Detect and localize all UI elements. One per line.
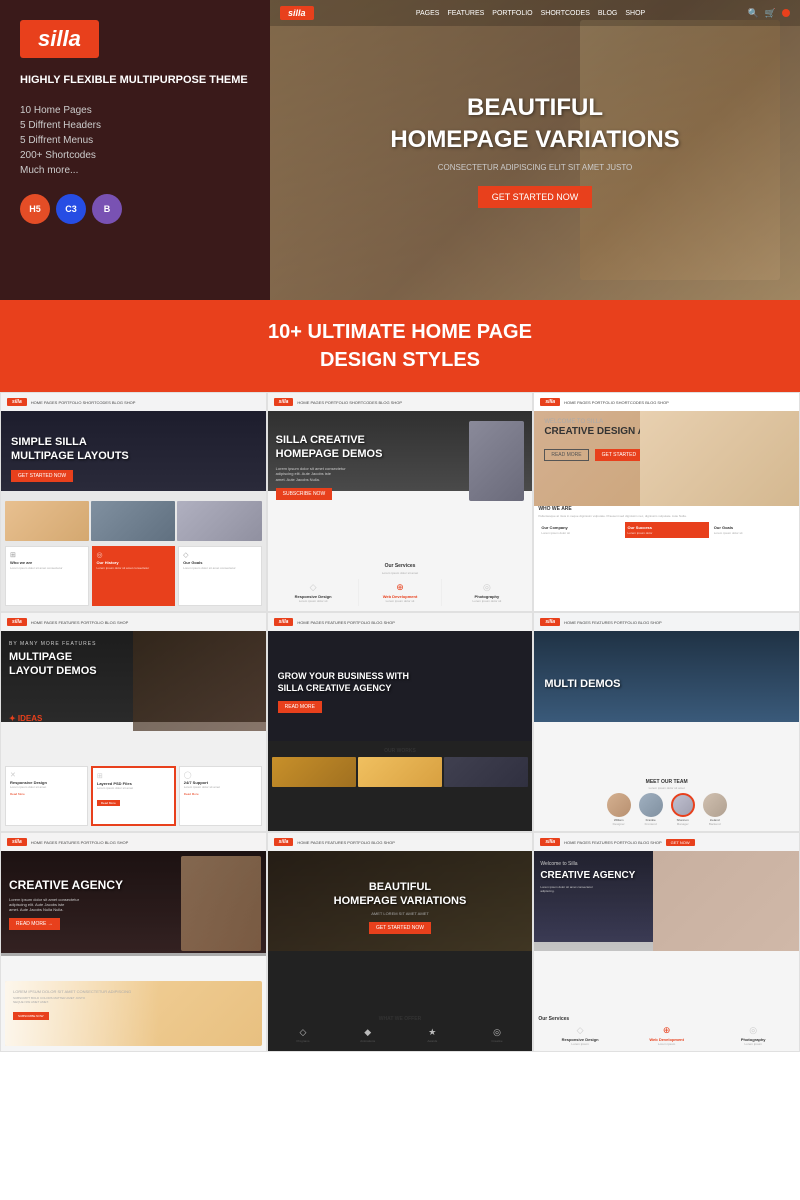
demo-nav-1: silla HOME PAGES PORTFOLIO SHORTCODES BL… bbox=[1, 393, 266, 411]
banner: 10+ ULTIMATE HOME PAGEDESIGN STYLES bbox=[0, 300, 800, 392]
nav-logo[interactable]: silla bbox=[280, 6, 314, 20]
demo8-btn[interactable]: GET STARTED NOW bbox=[369, 922, 431, 934]
demo-nav-4: silla HOME PAGES FEATURES PORTFOLIO BLOG… bbox=[1, 613, 266, 631]
demo-nav-3: silla HOME PAGES PORTFOLIO SHORTCODES BL… bbox=[534, 393, 799, 411]
demo1-title: SIMPLE SILLAMULTIPAGE LAYOUTS bbox=[11, 435, 256, 464]
list-item: Much more... bbox=[20, 163, 250, 178]
demo-welcome-silla[interactable]: silla HOME PAGES FEATURES PORTFOLIO BLOG… bbox=[533, 832, 800, 1052]
nav-pages[interactable]: PAGES bbox=[416, 10, 440, 17]
cart-badge bbox=[782, 9, 790, 17]
demo2-title: SILLA CREATIVEHOMEPAGE DEMOS bbox=[276, 433, 465, 462]
banner-text: 10+ ULTIMATE HOME PAGEDESIGN STYLES bbox=[18, 318, 782, 374]
feature-list: 10 Home Pages 5 Diffrent Headers 5 Diffr… bbox=[20, 103, 250, 178]
nav-blog[interactable]: BLOG bbox=[598, 10, 617, 17]
demo-multipage[interactable]: silla HOME PAGES FEATURES PORTFOLIO BLOG… bbox=[0, 612, 267, 832]
demo-multi-demos[interactable]: silla HOME PAGES FEATURES PORTFOLIO BLOG… bbox=[533, 612, 800, 832]
demo-beautiful-homepage[interactable]: silla HOME PAGES FEATURES PORTFOLIO BLOG… bbox=[267, 832, 534, 1052]
nav-shop[interactable]: SHOP bbox=[625, 10, 645, 17]
nav-features[interactable]: FEATURES bbox=[447, 10, 484, 17]
demo-nav-8: silla HOME PAGES FEATURES PORTFOLIO BLOG… bbox=[268, 833, 533, 851]
demo-creative-agency[interactable]: silla HOME PAGES FEATURES PORTFOLIO BLOG… bbox=[0, 832, 267, 1052]
demo-silla-creative[interactable]: silla HOME PAGES PORTFOLIO SHORTCODES BL… bbox=[267, 392, 534, 612]
css3-badge: C3 bbox=[56, 194, 86, 224]
demo3-btn-start[interactable]: GET STARTED bbox=[595, 449, 643, 461]
demo-grow-business[interactable]: silla HOME PAGES FEATURES PORTFOLIO BLOG… bbox=[267, 612, 534, 832]
html5-badge: H5 bbox=[20, 194, 50, 224]
demo8-title: BEAUTIFULHOMEPAGE VARIATIONS bbox=[334, 880, 467, 909]
hero-subtitle: CONSECTETUR ADIPISCING ELIT SIT AMET JUS… bbox=[438, 163, 633, 172]
demo7-title: CREATIVE AGENCY bbox=[9, 878, 123, 894]
hero-section: silla PAGES FEATURES PORTFOLIO SHORTCODE… bbox=[270, 0, 800, 300]
demo-creative-design[interactable]: silla HOME PAGES PORTFOLIO SHORTCODES BL… bbox=[533, 392, 800, 612]
demo-nav-9: silla HOME PAGES FEATURES PORTFOLIO BLOG… bbox=[534, 833, 799, 851]
search-icon[interactable]: 🔍 bbox=[748, 8, 759, 19]
demo6-title: MULTI DEMOS bbox=[544, 677, 620, 691]
left-panel: silla HIGHLY FLEXIBLE MULTIPURPOSE THEME… bbox=[0, 0, 270, 300]
cart-icon[interactable]: 🛒 bbox=[765, 8, 776, 19]
hero-title: BEAUTIFULHOMEPAGE VARIATIONS bbox=[390, 92, 679, 154]
demo2-btn[interactable]: SUBSCRIBE NOW bbox=[276, 488, 333, 500]
list-item: 200+ Shortcodes bbox=[20, 148, 250, 163]
list-item: 10 Home Pages bbox=[20, 103, 250, 118]
tagline: HIGHLY FLEXIBLE MULTIPURPOSE THEME bbox=[20, 72, 250, 89]
demo5-title: GROW YOUR BUSINESS WITHSILLA CREATIVE AG… bbox=[278, 671, 409, 694]
demo5-btn[interactable]: READ MORE bbox=[278, 701, 322, 713]
list-item: 5 Diffrent Menus bbox=[20, 133, 250, 148]
nav-portfolio[interactable]: PORTFOLIO bbox=[492, 10, 532, 17]
nav-shortcodes[interactable]: SHORTCODES bbox=[541, 10, 590, 17]
demo9-title: CREATIVE AGENCY bbox=[540, 869, 635, 882]
bootstrap-badge: B bbox=[92, 194, 122, 224]
demo-nav-2: silla HOME PAGES PORTFOLIO SHORTCODES BL… bbox=[268, 393, 533, 411]
demo-nav-5: silla HOME PAGES FEATURES PORTFOLIO BLOG… bbox=[268, 613, 533, 631]
demo-simple-silla[interactable]: silla HOME PAGES PORTFOLIO SHORTCODES BL… bbox=[0, 392, 267, 612]
demos-grid-row3: silla HOME PAGES FEATURES PORTFOLIO BLOG… bbox=[0, 832, 800, 1052]
nav-icons: 🔍 🛒 bbox=[748, 8, 790, 19]
logo[interactable]: silla bbox=[20, 20, 99, 58]
demo-nav-6: silla HOME PAGES FEATURES PORTFOLIO BLOG… bbox=[534, 613, 799, 631]
demo3-btn-read[interactable]: READ MORE bbox=[544, 449, 588, 461]
demo-nav-7: silla HOME PAGES FEATURES PORTFOLIO BLOG… bbox=[1, 833, 266, 851]
tech-badges: H5 C3 B bbox=[20, 194, 250, 224]
demo7-btn[interactable]: READ MORE → bbox=[9, 918, 60, 930]
demos-grid-row2: silla HOME PAGES FEATURES PORTFOLIO BLOG… bbox=[0, 612, 800, 832]
nav-links: PAGES FEATURES PORTFOLIO SHORTCODES BLOG… bbox=[416, 10, 645, 17]
demos-grid: silla HOME PAGES PORTFOLIO SHORTCODES BL… bbox=[0, 392, 800, 612]
demo1-btn[interactable]: GET STARTED NOW bbox=[11, 470, 73, 482]
list-item: 5 Diffrent Headers bbox=[20, 118, 250, 133]
hero-cta-button[interactable]: GET STARTED NOW bbox=[478, 186, 593, 208]
